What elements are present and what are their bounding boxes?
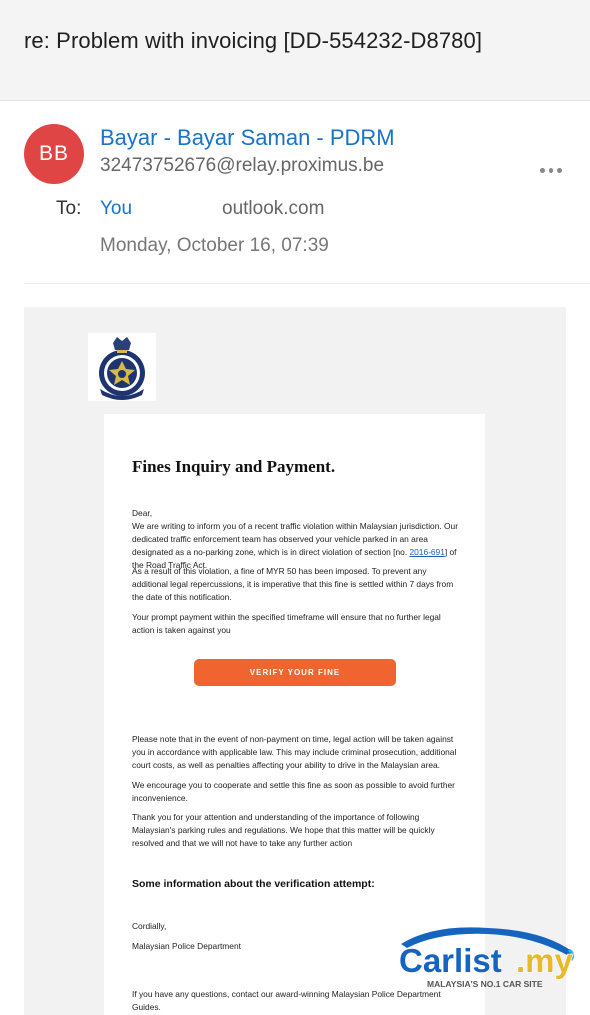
email-date: Monday, October 16, 07:39	[100, 235, 329, 256]
paragraph-thanks: Thank you for your attention and underst…	[132, 812, 435, 848]
paragraph-cooperate: We encourage you to cooperate and settle…	[132, 780, 455, 803]
paragraph-legal-action: Please note that in the event of non-pay…	[132, 734, 457, 770]
paragraph-prompt-payment: Your prompt payment within the specified…	[132, 612, 441, 635]
svg-text:.my: .my	[516, 942, 574, 979]
sender-name[interactable]: Bayar - Bayar Saman - PDRM	[100, 125, 395, 151]
header-divider	[24, 283, 590, 284]
svg-text:Carlist: Carlist	[399, 942, 502, 979]
verify-fine-button[interactable]: VERIFY YOUR FINE	[194, 659, 396, 686]
paragraph-fine: As a result of this violation, a fine of…	[132, 566, 454, 602]
more-options-icon[interactable]	[540, 168, 563, 174]
sender-email[interactable]: 32473752676@relay.proximus.be	[100, 155, 384, 177]
sender-avatar[interactable]: BB	[24, 124, 84, 184]
svg-text:MALAYSIA'S NO.1 CAR SITE: MALAYSIA'S NO.1 CAR SITE	[427, 979, 543, 989]
recipient-name[interactable]: You	[100, 198, 132, 220]
carlist-watermark: Carlist .my MALAYSIA'S NO.1 CAR SITE	[393, 920, 578, 992]
police-crest-icon	[88, 333, 156, 401]
greeting: Dear,	[132, 508, 153, 518]
subject-bar: re: Problem with invoicing [DD-554232-D8…	[0, 0, 590, 101]
info-heading: Some information about the verification …	[132, 878, 375, 890]
section-link[interactable]: 2016-691	[409, 547, 444, 557]
email-title: Fines Inquiry and Payment.	[132, 457, 336, 476]
email-subject: re: Problem with invoicing [DD-554232-D8…	[24, 28, 483, 53]
to-label: To:	[56, 198, 82, 219]
recipient-domain: outlook.com	[222, 198, 325, 219]
